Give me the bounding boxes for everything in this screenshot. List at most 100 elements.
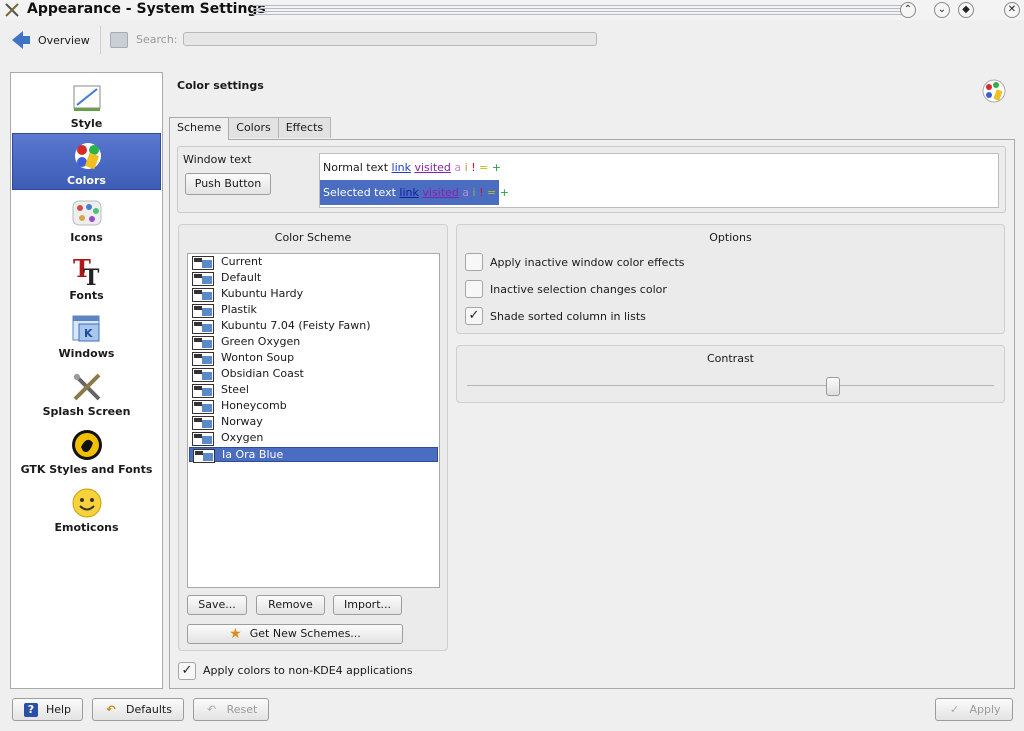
help-button[interactable]: ? Help <box>12 698 83 721</box>
scheme-name: Honeycomb <box>221 399 287 412</box>
get-new-schemes-button[interactable]: ★ Get New Schemes... <box>187 624 403 644</box>
options-title: Options <box>709 231 752 244</box>
apply-icon: ✓ <box>949 702 960 716</box>
list-item[interactable]: Current <box>189 255 438 270</box>
defaults-button[interactable]: ↶ Defaults <box>92 698 184 721</box>
sidebar-item-colors[interactable]: Colors <box>12 133 161 190</box>
scheme-thumbnail <box>192 272 214 286</box>
active-sample: a <box>454 161 462 174</box>
maximize-button[interactable]: ◆ <box>958 2 974 18</box>
save-scheme-button[interactable]: Save... <box>187 595 247 615</box>
reset-icon: ↶ <box>207 702 217 716</box>
sidebar-item-emoticons[interactable]: Emoticons <box>12 481 161 538</box>
overview-button[interactable]: Overview <box>12 28 90 52</box>
selected-active-sample: a <box>462 186 470 199</box>
normal-text: Normal text <box>323 161 389 174</box>
list-item[interactable]: Green Oxygen <box>189 335 438 350</box>
fonts-icon: T T <box>73 255 100 287</box>
close-button[interactable]: ✕ <box>1004 2 1020 18</box>
list-item[interactable]: Kubuntu Hardy <box>189 287 438 302</box>
scheme-name: Ia Ora Blue <box>222 448 284 461</box>
sidebar-item-label: Icons <box>70 231 103 244</box>
scheme-thumbnail <box>192 400 214 414</box>
inactive-selection-checkbox[interactable] <box>465 280 483 298</box>
sidebar-item-label: Windows <box>58 347 115 360</box>
list-item-selected[interactable]: Ia Ora Blue <box>189 447 438 463</box>
tab-effects[interactable]: Effects <box>277 117 332 138</box>
back-arrow-icon <box>12 31 23 49</box>
inactive-selection-label: Inactive selection changes color <box>490 283 667 296</box>
star-icon: ★ <box>229 626 242 642</box>
list-item[interactable]: Norway <box>189 415 438 430</box>
inactive-effects-label: Apply inactive window color effects <box>490 256 685 269</box>
titlebar-decoration <box>253 5 912 15</box>
minimize-button[interactable]: ⌄ <box>934 2 950 18</box>
sidebar-item-fonts[interactable]: T T Fonts <box>12 249 161 306</box>
palette-icon <box>982 79 1006 103</box>
shade-sorted-checkbox[interactable]: ✓ <box>465 307 483 325</box>
keep-above-button[interactable]: ⌃ <box>900 2 916 18</box>
tab-scheme[interactable]: Scheme <box>169 117 230 140</box>
color-scheme-title: Color Scheme <box>274 231 352 244</box>
scheme-name: Kubuntu Hardy <box>221 287 304 300</box>
tools-icon[interactable] <box>4 2 20 18</box>
sidebar-item-splash-screen[interactable]: Splash Screen <box>12 365 161 422</box>
window-title: Appearance - System Settings <box>27 1 266 17</box>
help-label: Help <box>45 703 72 716</box>
scheme-thumbnail <box>192 384 214 398</box>
list-item[interactable]: Default <box>189 271 438 286</box>
apply-button[interactable]: ✓ Apply <box>935 698 1013 721</box>
scheme-thumbnail <box>192 320 214 334</box>
sidebar-item-style[interactable]: Style <box>12 77 161 134</box>
push-button-preview[interactable]: Push Button <box>185 173 271 195</box>
contrast-slider-track[interactable] <box>467 385 994 387</box>
checkmark-icon: ✓ <box>468 308 480 323</box>
back-arrow-tail <box>23 36 30 44</box>
negative-sample: ! <box>471 161 476 174</box>
color-scheme-list[interactable]: Current Default Kubuntu Hardy Plastik Ku… <box>187 253 440 588</box>
minimize-icon: ⌄ <box>937 4 947 15</box>
help-icon: ? <box>23 702 38 717</box>
window-text-label: Window text <box>183 153 252 166</box>
selected-text-preview: Selected text link visited a i ! = + <box>320 180 509 205</box>
scheme-name: Oxygen <box>221 431 264 444</box>
apply-non-kde-checkbox[interactable]: ✓ <box>178 662 196 680</box>
keep-above-icon: ⌃ <box>903 4 913 15</box>
icons-icon <box>72 200 102 226</box>
sidebar-item-gtk[interactable]: GTK Styles and Fonts <box>12 423 161 480</box>
list-item[interactable]: Steel <box>189 383 438 398</box>
search-input[interactable] <box>183 32 597 46</box>
sidebar-item-icons[interactable]: Icons <box>12 191 161 248</box>
tab-bar: Scheme Colors Effects <box>169 117 332 140</box>
scheme-name: Default <box>221 271 262 284</box>
scheme-thumbnail <box>193 449 215 463</box>
list-item[interactable]: Oxygen <box>189 431 438 446</box>
inactive-effects-checkbox[interactable] <box>465 253 483 271</box>
list-item[interactable]: Plastik <box>189 303 438 318</box>
import-scheme-button[interactable]: Import... <box>333 595 402 615</box>
scheme-name: Norway <box>221 415 263 428</box>
list-item[interactable]: Honeycomb <box>189 399 438 414</box>
gtk-icon <box>72 430 102 460</box>
overview-label: Overview <box>38 33 90 47</box>
list-item[interactable]: Obsidian Coast <box>189 367 438 382</box>
toolbar-separator <box>100 26 101 54</box>
remove-scheme-button[interactable]: Remove <box>256 595 325 615</box>
defaults-label: Defaults <box>126 703 172 716</box>
emoticons-icon <box>72 488 102 518</box>
sidebar-item-label: Emoticons <box>54 521 119 534</box>
sidebar-item-windows[interactable]: K Windows <box>12 307 161 364</box>
tab-colors[interactable]: Colors <box>228 117 279 138</box>
scheme-thumbnail <box>192 256 214 270</box>
svg-text:T: T <box>83 265 100 287</box>
style-icon <box>73 85 101 111</box>
list-item[interactable]: Kubuntu 7.04 (Feisty Fawn) <box>189 319 438 334</box>
visited-sample: visited <box>414 161 451 174</box>
category-sidebar: Style Colors Icons T T Fonts K Windows S… <box>10 72 163 689</box>
reset-button[interactable]: ↶ Reset <box>193 698 269 721</box>
window-titlebar[interactable]: Appearance - System Settings ⌃ ⌄ ◆ ✕ <box>0 0 1024 20</box>
toolbar: Overview Search: <box>0 22 1024 58</box>
contrast-slider-handle[interactable] <box>826 377 840 396</box>
list-item[interactable]: Wonton Soup <box>189 351 438 366</box>
search-label: Search: <box>136 33 178 46</box>
